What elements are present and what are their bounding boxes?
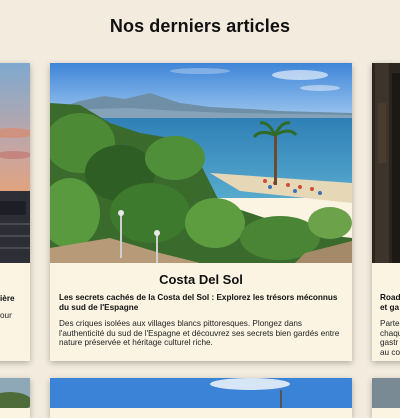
article-image-right (372, 63, 400, 263)
article-card-right[interactable]: Road et ga Parte chaqu gastr au co (372, 63, 400, 361)
article-excerpt-left: our (0, 311, 12, 320)
article-excerpt-costa-del-sol: Des criques isolées aux villages blancs … (59, 319, 340, 348)
article-subtitle-right: Road et ga (380, 293, 400, 312)
article-card-next-center[interactable] (50, 378, 352, 418)
article-image-next-center (50, 378, 352, 408)
article-card-left[interactable]: ière our (0, 63, 30, 361)
article-image-next-left (0, 378, 30, 408)
article-card-next-right[interactable] (372, 378, 400, 418)
article-image-left (0, 63, 30, 263)
article-card-costa-del-sol[interactable]: Costa Del Sol Les secrets cachés de la C… (50, 63, 352, 361)
section-title: Nos derniers articles (109, 16, 291, 36)
article-card-next-left[interactable] (0, 378, 30, 418)
article-subtitle-costa-del-sol: Les secrets cachés de la Costa del Sol :… (59, 293, 338, 312)
article-title-costa-del-sol[interactable]: Costa Del Sol (50, 272, 352, 287)
article-excerpt-right: Parte chaqu gastr au co (380, 319, 400, 357)
article-image-next-right (372, 378, 400, 408)
article-subtitle-left: ière (0, 294, 15, 303)
article-image-costa-del-sol (50, 63, 352, 263)
